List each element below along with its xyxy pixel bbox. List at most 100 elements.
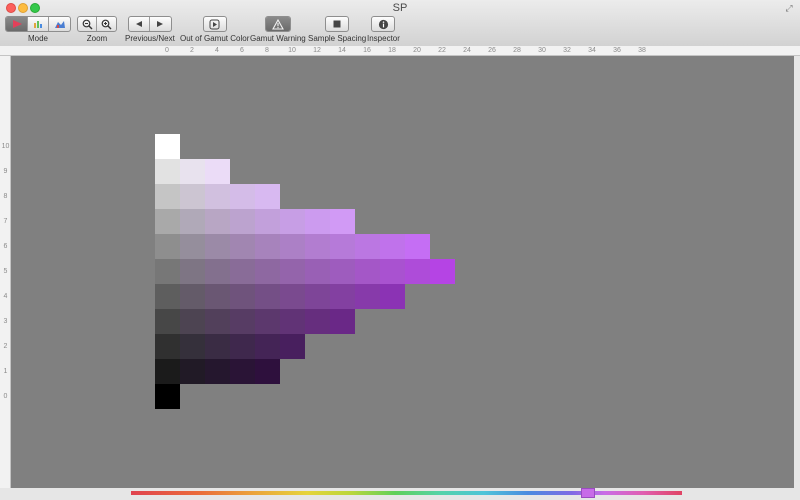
color-swatch[interactable] (280, 209, 305, 234)
color-swatch[interactable] (180, 209, 205, 234)
color-swatch[interactable] (355, 259, 380, 284)
color-swatch[interactable] (305, 209, 330, 234)
color-swatch[interactable] (330, 259, 355, 284)
mode-chart-button[interactable] (28, 17, 49, 31)
color-swatch[interactable] (155, 284, 180, 309)
color-swatch[interactable] (155, 159, 180, 184)
zoom-segmented-control (77, 16, 117, 32)
color-swatch[interactable] (305, 309, 330, 334)
color-swatch[interactable] (330, 209, 355, 234)
color-swatch[interactable] (330, 284, 355, 309)
color-swatch[interactable] (330, 234, 355, 259)
color-swatch[interactable] (155, 259, 180, 284)
fullscreen-icon[interactable]: ⤢ (784, 3, 794, 13)
hue-slider[interactable] (131, 491, 682, 495)
left-ruler-tick: 6 (3, 243, 8, 250)
top-ruler-tick: 6 (240, 47, 244, 54)
gamut-warning-button[interactable] (265, 17, 290, 31)
color-swatch[interactable] (330, 309, 355, 334)
color-swatch[interactable] (155, 184, 180, 209)
color-swatch[interactable] (230, 334, 255, 359)
color-swatch[interactable] (430, 259, 455, 284)
color-swatch[interactable] (280, 309, 305, 334)
color-swatch[interactable] (255, 284, 280, 309)
color-swatch[interactable] (230, 234, 255, 259)
color-swatch[interactable] (155, 134, 180, 159)
color-swatch[interactable] (180, 184, 205, 209)
color-swatch[interactable] (255, 359, 280, 384)
color-swatch[interactable] (255, 334, 280, 359)
previous-next-group: Previous/Next (125, 16, 175, 43)
inspector-button[interactable] (372, 17, 394, 31)
color-swatch[interactable] (230, 184, 255, 209)
color-swatch[interactable] (180, 334, 205, 359)
color-swatch[interactable] (205, 259, 230, 284)
color-swatch[interactable] (405, 234, 430, 259)
color-swatch[interactable] (205, 159, 230, 184)
zoom-label: Zoom (86, 34, 108, 43)
color-swatch[interactable] (230, 259, 255, 284)
color-swatch[interactable] (230, 209, 255, 234)
color-swatch[interactable] (280, 284, 305, 309)
sample-spacing-group: Sample Spacing (308, 16, 366, 43)
color-swatch[interactable] (255, 209, 280, 234)
top-ruler-tick: 22 (438, 47, 446, 54)
gamut-warning-button-frame (264, 16, 291, 32)
left-ruler-tick: 9 (3, 168, 8, 175)
color-swatch[interactable] (255, 259, 280, 284)
warning-icon (271, 18, 284, 30)
color-swatch[interactable] (155, 309, 180, 334)
color-swatch[interactable] (205, 334, 230, 359)
color-swatch[interactable] (355, 234, 380, 259)
plot-canvas[interactable] (11, 56, 794, 488)
color-swatch[interactable] (380, 284, 405, 309)
previous-next-segmented-control (127, 16, 172, 32)
next-button[interactable] (150, 17, 171, 31)
color-swatch[interactable] (155, 334, 180, 359)
color-swatch[interactable] (380, 259, 405, 284)
color-swatch[interactable] (405, 259, 430, 284)
zoom-out-button[interactable] (78, 17, 97, 31)
color-swatch[interactable] (155, 359, 180, 384)
color-swatch[interactable] (230, 284, 255, 309)
color-swatch[interactable] (355, 284, 380, 309)
color-swatch[interactable] (205, 184, 230, 209)
color-swatch[interactable] (205, 309, 230, 334)
color-swatch[interactable] (205, 234, 230, 259)
color-swatch[interactable] (180, 309, 205, 334)
color-swatch[interactable] (155, 209, 180, 234)
color-swatch[interactable] (380, 234, 405, 259)
color-swatch[interactable] (180, 159, 205, 184)
top-ruler-tick: 34 (588, 47, 596, 54)
color-swatch[interactable] (255, 234, 280, 259)
mode-triangle-button[interactable] (6, 17, 28, 31)
color-swatch[interactable] (280, 259, 305, 284)
color-swatch[interactable] (305, 284, 330, 309)
hue-slider-thumb[interactable] (581, 488, 596, 498)
zoom-in-button[interactable] (97, 17, 116, 31)
mode-label: Mode (27, 34, 48, 43)
color-swatch[interactable] (155, 234, 180, 259)
color-swatch[interactable] (305, 234, 330, 259)
sample-spacing-button[interactable] (326, 17, 348, 31)
color-swatch[interactable] (205, 284, 230, 309)
color-swatch[interactable] (280, 234, 305, 259)
color-swatch[interactable] (255, 184, 280, 209)
color-swatch[interactable] (180, 284, 205, 309)
color-swatch[interactable] (205, 359, 230, 384)
color-swatch[interactable] (180, 359, 205, 384)
color-swatch[interactable] (280, 334, 305, 359)
color-swatch[interactable] (230, 309, 255, 334)
out-of-gamut-button[interactable] (204, 17, 226, 31)
color-swatch[interactable] (305, 259, 330, 284)
mode-segmented-control (5, 16, 71, 32)
color-swatch[interactable] (180, 259, 205, 284)
color-swatch[interactable] (180, 234, 205, 259)
previous-button[interactable] (129, 17, 150, 31)
next-icon (157, 21, 164, 27)
color-swatch[interactable] (205, 209, 230, 234)
color-swatch[interactable] (255, 309, 280, 334)
color-swatch[interactable] (155, 384, 180, 409)
mode-3d-button[interactable] (49, 17, 70, 31)
color-swatch[interactable] (230, 359, 255, 384)
